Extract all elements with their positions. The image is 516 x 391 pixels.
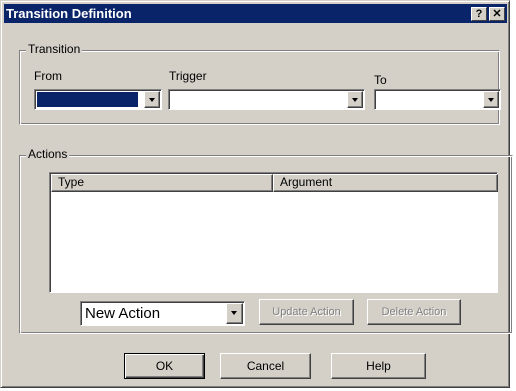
title-buttons: ? ✕ xyxy=(471,6,507,21)
help-button[interactable]: Help xyxy=(331,353,426,379)
transition-group xyxy=(19,50,500,125)
new-action-combobox[interactable]: New Action xyxy=(80,301,245,326)
chevron-down-icon xyxy=(352,98,358,102)
column-header-argument[interactable]: Argument xyxy=(273,174,498,192)
cancel-button[interactable]: Cancel xyxy=(220,353,311,379)
from-combobox[interactable] xyxy=(34,89,162,110)
actions-list[interactable]: Type Argument xyxy=(49,172,498,293)
ok-button[interactable]: OK xyxy=(124,353,205,379)
transition-definition-dialog: Transition Definition ? ✕ Transition Fro… xyxy=(0,0,513,388)
new-action-value: New Action xyxy=(85,305,161,322)
delete-action-button[interactable]: Delete Action xyxy=(367,299,461,325)
to-label: To xyxy=(374,73,387,87)
column-header-type[interactable]: Type xyxy=(51,174,273,192)
chevron-down-icon xyxy=(488,98,494,102)
from-label: From xyxy=(34,69,62,83)
help-titlebar-button[interactable]: ? xyxy=(471,6,487,21)
trigger-label: Trigger xyxy=(169,69,207,83)
chevron-down-icon xyxy=(149,98,155,102)
from-selected-value xyxy=(37,92,138,107)
chevron-down-icon xyxy=(231,311,237,315)
actions-list-header: Type Argument xyxy=(51,174,498,192)
dialog-title: Transition Definition xyxy=(6,6,132,21)
trigger-combobox[interactable] xyxy=(168,89,365,110)
close-icon: ✕ xyxy=(492,7,502,20)
from-dropdown-button[interactable] xyxy=(144,91,160,108)
trigger-dropdown-button[interactable] xyxy=(347,91,363,108)
actions-group-label: Actions xyxy=(26,147,70,161)
new-action-dropdown-button[interactable] xyxy=(226,303,243,324)
to-combobox[interactable] xyxy=(374,89,501,110)
to-dropdown-button[interactable] xyxy=(483,91,499,108)
update-action-button[interactable]: Update Action xyxy=(259,299,354,325)
close-button[interactable]: ✕ xyxy=(489,6,505,21)
transition-group-label: Transition xyxy=(26,42,83,56)
title-bar[interactable]: Transition Definition ? ✕ xyxy=(4,4,507,23)
